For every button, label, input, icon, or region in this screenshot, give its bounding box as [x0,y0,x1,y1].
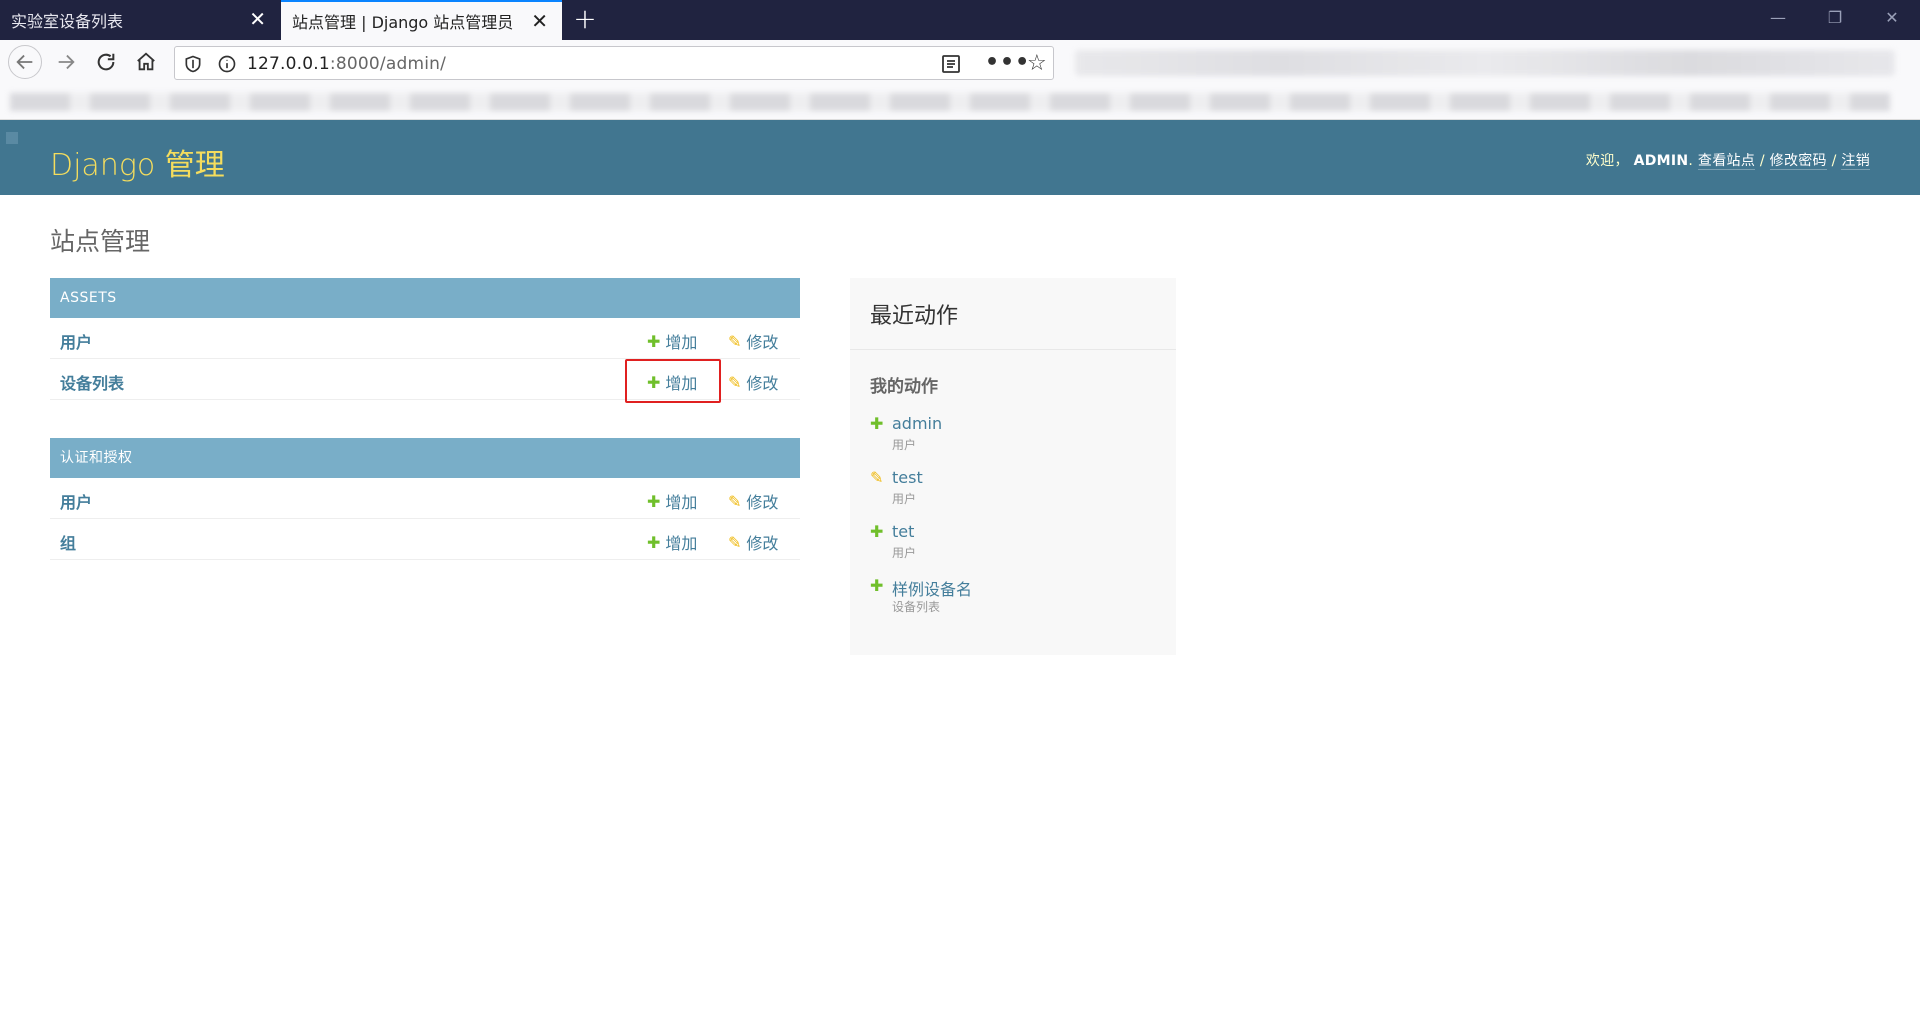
close-window-button[interactable]: ✕ [1872,8,1912,27]
model-link[interactable]: 组 [60,530,76,554]
recent-action-type: 用户 [892,438,917,452]
model-link[interactable]: 设备列表 [60,370,124,394]
close-tab-icon[interactable]: ✕ [249,9,266,29]
highlight-annotation [625,359,721,403]
forward-button[interactable] [50,46,82,78]
change-label: 修改 [746,333,779,352]
change-link[interactable]: ✎ 修改 [728,530,778,554]
arrow-right-icon [58,54,75,70]
add-label: 增加 [665,333,698,352]
recent-actions-title: 最近动作 [870,304,959,329]
pencil-icon: ✎ [870,468,884,487]
recent-action-type: 用户 [892,492,917,506]
admin-header: Django 管理 欢迎， ADMIN. 查看站点 / 修改密码 / 注销 [0,120,1920,195]
pencil-icon: ✎ [728,372,742,392]
bookmark-star-icon[interactable]: ☆ [1027,51,1047,76]
logout-link[interactable]: 注销 [1841,153,1870,170]
recent-action-link[interactable]: test [892,468,923,487]
change-link[interactable]: ✎ 修改 [728,489,778,513]
reader-view-icon[interactable] [941,55,961,73]
username: ADMIN [1633,153,1689,169]
plus-icon: ✚ [647,331,661,351]
recent-action-type: 设备列表 [892,600,941,614]
recent-action-link[interactable]: admin [892,414,942,433]
tab-equipment-list[interactable]: 实验室设备列表 ✕ [0,0,280,40]
module-caption[interactable]: 认证和授权 [50,438,800,478]
url-path: :8000/admin/ [329,54,447,74]
plus-icon: ✚ [870,522,884,541]
tab-title: 站点管理 | Django 站点管理员 [292,13,514,32]
divider [850,349,1176,350]
app-module-assets: ASSETS 用户 ✚ 增加 ✎ 修改 设备列表 ✚ 增加 ✎ 修改 [50,278,800,403]
model-row-groups: 组 ✚ 增加 ✎ 修改 [50,519,800,560]
add-link[interactable]: ✚ 增加 [647,329,697,353]
view-site-link[interactable]: 查看站点 [1697,153,1756,170]
change-label: 修改 [746,493,779,512]
blurred-bookmarks [10,93,1890,111]
blurred-toolbar-extensions [1075,50,1895,76]
browser-toolbar: 127.0.0.1:8000/admin/ ••• ☆ [0,40,1920,84]
separator: / [1826,153,1842,169]
add-label: 增加 [665,534,698,553]
new-tab-button[interactable]: + [570,4,600,34]
plus-icon: ✚ [870,414,884,433]
change-label: 修改 [746,534,779,553]
pencil-icon: ✎ [728,331,742,351]
browser-tab-bar: 实验室设备列表 ✕ 站点管理 | Django 站点管理员 ✕ + — ❐ ✕ [0,0,1920,40]
model-row-users: 用户 ✚ 增加 ✎ 修改 [50,478,800,519]
address-bar[interactable]: 127.0.0.1:8000/admin/ ••• ☆ [174,46,1054,80]
site-branding[interactable]: Django 管理 [50,140,225,184]
recent-action-link[interactable]: 样例设备名 [892,576,972,600]
pencil-icon: ✎ [728,532,742,552]
url-host: 127.0.0.1 [247,54,330,74]
arrow-left-icon [16,54,33,70]
change-password-link[interactable]: 修改密码 [1769,153,1827,170]
model-row-equipment: 设备列表 ✚ 增加 ✎ 修改 [50,359,800,403]
restore-button[interactable]: ❐ [1815,8,1855,27]
info-icon[interactable] [217,54,237,74]
module-caption[interactable]: ASSETS [50,278,800,318]
model-link[interactable]: 用户 [60,489,92,513]
change-link[interactable]: ✎ 修改 [728,329,778,353]
app-module-auth: 认证和授权 用户 ✚ 增加 ✎ 修改 组 ✚ 增加 ✎ 修改 [50,438,800,560]
reload-button[interactable] [90,46,122,78]
add-link[interactable]: ✚ 增加 [647,530,697,554]
tab-title: 实验室设备列表 [11,12,124,31]
tab-site-admin[interactable]: 站点管理 | Django 站点管理员 ✕ [281,0,562,40]
recent-action-type: 用户 [892,546,917,560]
recent-action-link[interactable]: tet [892,522,914,541]
shield-icon[interactable] [183,54,203,74]
back-button[interactable] [8,45,42,79]
bookmarks-bar [0,84,1920,120]
plus-icon: ✚ [870,576,884,595]
my-actions-title: 我的动作 [870,377,938,397]
user-tools: 欢迎， ADMIN. 查看站点 / 修改密码 / 注销 [1585,153,1870,170]
home-button[interactable] [130,46,162,78]
add-label: 增加 [665,493,698,512]
close-tab-icon[interactable]: ✕ [531,11,548,31]
sidebar-toggle[interactable] [6,132,18,144]
pencil-icon: ✎ [728,491,742,511]
model-row-users: 用户 ✚ 增加 ✎ 修改 [50,318,800,359]
change-label: 修改 [746,374,779,393]
page-title: 站点管理 [50,227,151,256]
add-link[interactable]: ✚ 增加 [647,489,697,513]
reload-icon [97,53,115,71]
minimize-button[interactable]: — [1758,8,1798,27]
url-text[interactable]: 127.0.0.1:8000/admin/ [247,54,446,74]
welcome-text: 欢迎， [1585,153,1629,169]
separator: / [1755,153,1770,169]
change-link[interactable]: ✎ 修改 [728,370,778,394]
model-link[interactable]: 用户 [60,329,92,353]
recent-actions-panel: 最近动作 我的动作 ✚ admin 用户 ✎ test 用户 ✚ tet 用户 … [850,278,1176,655]
plus-icon: ✚ [647,532,661,552]
home-icon [137,52,155,71]
more-actions-icon[interactable]: ••• [985,50,1030,75]
plus-icon: ✚ [647,491,661,511]
